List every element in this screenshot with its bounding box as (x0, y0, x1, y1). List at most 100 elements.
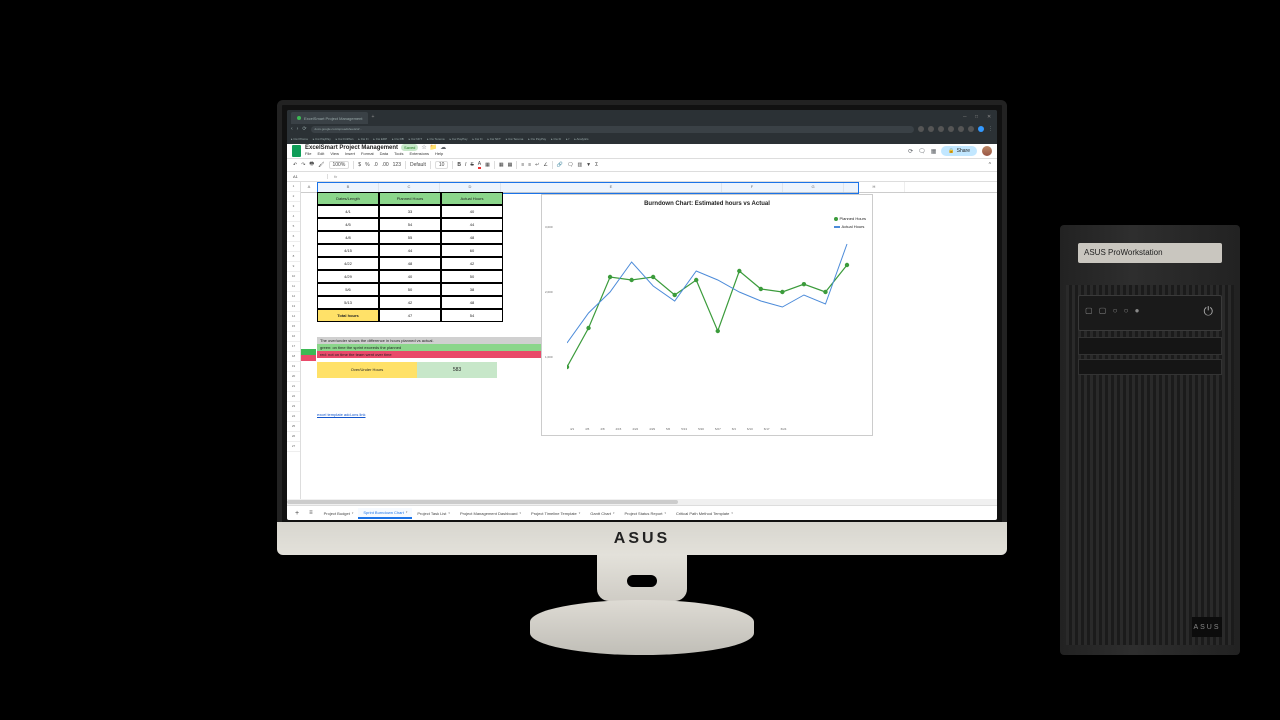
row-header[interactable]: 18 (287, 352, 300, 362)
table-cell[interactable]: 4/29 (317, 270, 379, 283)
table-cell[interactable]: 4/8 (317, 231, 379, 244)
table-cell[interactable]: 48 (379, 257, 441, 270)
strike-icon[interactable]: S (470, 162, 473, 168)
comment-icon[interactable]: 🗨 (918, 148, 926, 155)
table-cell[interactable]: 33 (379, 205, 441, 218)
column-header[interactable]: C (379, 182, 440, 192)
decrease-decimal-icon[interactable]: .0 (374, 162, 378, 168)
extension-icon[interactable] (928, 126, 934, 132)
extension-icon[interactable] (968, 126, 974, 132)
merge-icon[interactable]: ▦ (508, 162, 513, 168)
bookmark-item[interactable]: ▸ Cw NFT (409, 137, 422, 141)
sheet-tab-menu-icon[interactable]: ▾ (406, 510, 408, 514)
browser-menu-icon[interactable]: ⋮ (988, 126, 993, 132)
more-formats-icon[interactable]: 123 (393, 162, 401, 168)
sheet-tab-menu-icon[interactable]: ▾ (520, 511, 522, 515)
new-tab-button[interactable]: + (371, 114, 374, 120)
bookmark-item[interactable]: ▸ Cw Terema (506, 137, 523, 141)
functions-icon[interactable]: Σ (595, 162, 598, 168)
row-header[interactable]: 25 (287, 422, 300, 432)
borders-icon[interactable]: ▦ (499, 162, 504, 168)
row-header[interactable]: 22 (287, 392, 300, 402)
profile-icon[interactable] (978, 126, 984, 132)
bookmark-item[interactable]: ▸ Cw Fi (472, 137, 482, 141)
row-header[interactable]: 10 (287, 272, 300, 282)
nav-back-icon[interactable]: ‹ (291, 126, 293, 132)
halign-icon[interactable]: ≡ (521, 162, 524, 168)
fontsize-input[interactable]: 10 (435, 161, 449, 169)
menu-item[interactable]: Edit (317, 151, 324, 156)
bookmark-item[interactable]: ▸ Cw Fi (358, 137, 368, 141)
bookmark-item[interactable]: ▸ Cw PayPay (313, 137, 331, 141)
optical-drive[interactable] (1078, 337, 1222, 355)
bookmark-item[interactable]: ▸ Cw Terema (427, 137, 444, 141)
menu-item[interactable]: Tools (394, 151, 403, 156)
window-maximize-icon[interactable]: □ (975, 114, 981, 120)
column-header[interactable]: A (301, 182, 318, 192)
power-button-icon[interactable]: ⏻ (1204, 304, 1214, 319)
nav-forward-icon[interactable]: › (297, 126, 299, 132)
print-icon[interactable]: 🖶 (309, 161, 314, 169)
menu-item[interactable]: Help (435, 151, 443, 156)
table-cell[interactable]: 50 (379, 283, 441, 296)
row-header[interactable]: 23 (287, 402, 300, 412)
column-header[interactable]: E (501, 182, 722, 192)
table-cell[interactable]: 48 (441, 296, 503, 309)
sheet-tab[interactable]: Project Status Report▾ (620, 508, 672, 519)
row-header[interactable]: 14 (287, 312, 300, 322)
redo-icon[interactable]: ↷ (301, 162, 305, 168)
text-color-icon[interactable]: A (478, 161, 481, 169)
insert-chart-icon[interactable]: ▥ (577, 162, 582, 168)
table-cell[interactable]: 4/15 (317, 244, 379, 257)
history-icon[interactable]: ⟳ (908, 148, 913, 155)
sheet-tab[interactable]: Critical Path Method Template▾ (671, 508, 738, 519)
zoom-select[interactable]: 100% (329, 161, 350, 169)
window-close-icon[interactable]: ✕ (987, 114, 993, 120)
table-cell[interactable]: 54 (379, 218, 441, 231)
table-cell[interactable]: 42 (379, 296, 441, 309)
share-button[interactable]: 🔒 Share (941, 146, 977, 156)
column-header[interactable]: F (722, 182, 783, 192)
sheet-tab[interactable]: Project Budget▾ (319, 508, 359, 519)
valign-icon[interactable]: ≡ (528, 162, 531, 168)
fill-color-icon[interactable]: ▦ (485, 162, 490, 168)
percent-icon[interactable]: % (365, 162, 369, 168)
collapse-toolbar-icon[interactable]: ^ (989, 162, 991, 168)
bookmark-item[interactable]: ▸ Cw PayPay (450, 137, 468, 141)
filter-icon[interactable]: ▼ (586, 162, 591, 168)
bookmark-item[interactable]: ▸ Cw ERP (373, 137, 387, 141)
name-box[interactable]: A1 (293, 174, 328, 179)
row-header[interactable]: 19 (287, 362, 300, 372)
row-header[interactable]: 21 (287, 382, 300, 392)
sheet-tab-menu-icon[interactable]: ▾ (665, 511, 667, 515)
row-header[interactable]: 24 (287, 412, 300, 422)
row-header[interactable]: 5 (287, 222, 300, 232)
italic-icon[interactable]: I (465, 162, 466, 168)
row-header[interactable]: 11 (287, 282, 300, 292)
menu-item[interactable]: File (305, 151, 311, 156)
extension-icon[interactable] (938, 126, 944, 132)
table-cell[interactable]: 50 (441, 270, 503, 283)
sheet-tab[interactable]: Project Management Dashboard▾ (455, 508, 526, 519)
row-header[interactable]: 12 (287, 292, 300, 302)
over-under-value[interactable]: 583 (417, 362, 497, 378)
row-header[interactable]: 13 (287, 302, 300, 312)
all-sheets-button[interactable]: ≡ (305, 510, 317, 516)
extension-icon[interactable] (918, 126, 924, 132)
sheet-tab-menu-icon[interactable]: ▾ (579, 511, 581, 515)
wrap-icon[interactable]: ↵ (535, 162, 539, 168)
column-header[interactable]: B (318, 182, 379, 192)
undo-icon[interactable]: ↶ (293, 162, 297, 168)
table-cell[interactable]: 60 (441, 244, 503, 257)
table-cell[interactable]: 40 (441, 205, 503, 218)
row-header[interactable]: 4 (287, 212, 300, 222)
sheets-logo-icon[interactable] (292, 145, 301, 157)
row-header[interactable]: 15 (287, 322, 300, 332)
bookmark-item[interactable]: ▸ f (566, 137, 569, 141)
sheet-tab-menu-icon[interactable]: ▾ (352, 511, 354, 515)
sheet-tab-menu-icon[interactable]: ▾ (731, 511, 733, 515)
table-cell[interactable]: 55 (379, 231, 441, 244)
table-cell[interactable]: 4/1 (317, 205, 379, 218)
sheet-tab[interactable]: Gantt Chart▾ (585, 508, 619, 519)
menu-item[interactable]: Insert (345, 151, 355, 156)
